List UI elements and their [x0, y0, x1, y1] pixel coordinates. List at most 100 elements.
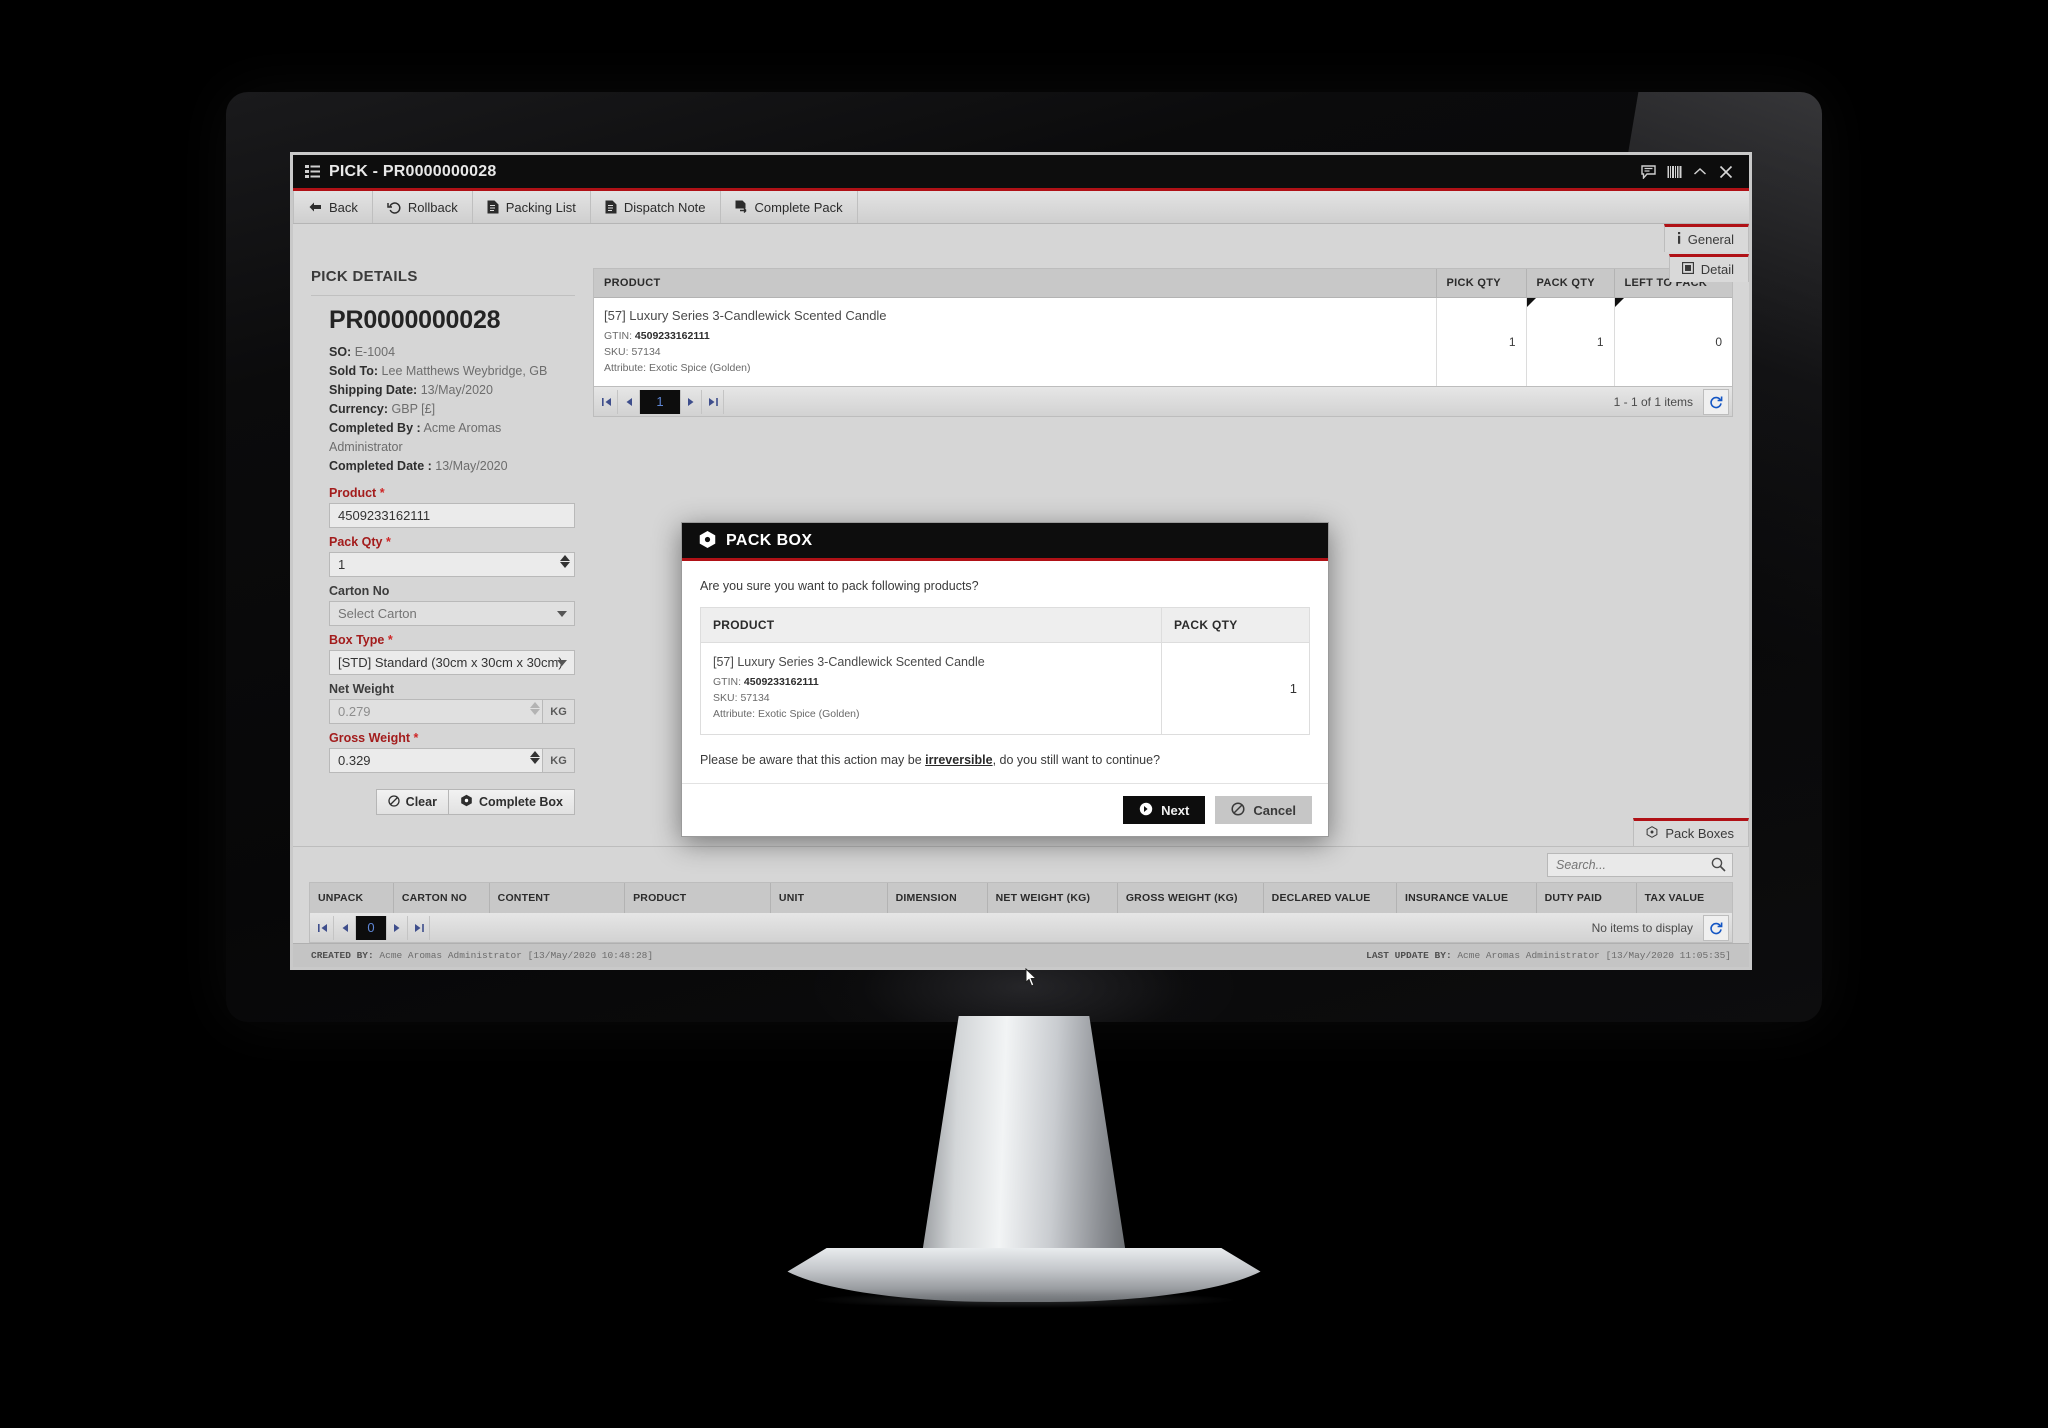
product-input[interactable] [329, 503, 575, 528]
form-button-row: Clear Complete Box [329, 789, 575, 815]
col-declared-value[interactable]: DECLARED VALUE [1263, 883, 1398, 913]
meta-completed-by-label: Completed By : [329, 421, 421, 435]
next-button[interactable]: Next [1123, 796, 1206, 824]
clear-button[interactable]: Clear [375, 789, 449, 815]
tab-pack-boxes-label: Pack Boxes [1665, 826, 1734, 841]
gross-weight-label-text: Gross Weight [329, 731, 411, 745]
meta-shipping-date: Shipping Date: 13/May/2020 [329, 381, 575, 400]
col-unpack[interactable]: UNPACK [310, 883, 394, 913]
dialog-warning-after: , do you still want to continue? [992, 753, 1161, 767]
meta-so: SO: E-1004 [329, 343, 575, 362]
rollback-button[interactable]: Rollback [373, 191, 473, 223]
meta-shipping-date-value: 13/May/2020 [420, 383, 493, 397]
refresh-icon[interactable] [1703, 914, 1729, 941]
pack-qty-stepper[interactable] [560, 555, 570, 568]
current-page-number[interactable]: 0 [356, 915, 386, 940]
previous-page-button[interactable] [334, 915, 356, 940]
previous-page-button[interactable] [618, 389, 640, 414]
product-gtin: GTIN: 4509233162111 [604, 328, 1426, 344]
net-weight-input[interactable] [329, 699, 543, 724]
status-created-label: CREATED BY: [311, 950, 374, 961]
col-dimension[interactable]: DIMENSION [887, 883, 988, 913]
dialog-product-sku: SKU: 57134 [713, 690, 1149, 706]
pack-boxes-pager-info: No items to display [1591, 920, 1693, 935]
cell-product: [57] Luxury Series 3-Candlewick Scented … [594, 297, 1437, 386]
box-type-select[interactable] [329, 650, 575, 675]
carton-no-field-label: Carton No [329, 584, 390, 598]
col-content[interactable]: CONTENT [489, 883, 626, 913]
meta-so-value: E-1004 [354, 345, 396, 359]
col-carton-no[interactable]: CARTON NO [393, 883, 490, 913]
clear-button-label: Clear [405, 795, 437, 809]
status-updated-label: LAST UPDATE BY: [1366, 950, 1452, 961]
next-page-button[interactable] [386, 915, 408, 940]
first-page-button[interactable] [312, 915, 334, 940]
gross-weight-stepper[interactable] [530, 751, 540, 764]
col-unit[interactable]: UNIT [770, 883, 888, 913]
gross-weight-field-wrap: KG [329, 748, 575, 773]
undo-icon [387, 201, 401, 214]
gross-weight-input[interactable] [329, 748, 543, 773]
box-icon [698, 530, 717, 552]
cell-pack-qty: 1 [1526, 297, 1615, 386]
pack-qty-label-text: Pack Qty [329, 535, 383, 549]
pack-boxes-grid: UNPACK CARTON NO CONTENT PRODUCT UNIT DI… [309, 882, 1733, 913]
attribute-label: Attribute: [713, 708, 756, 720]
pack-qty-field-wrap [329, 552, 575, 577]
table-row[interactable]: [57] Luxury Series 3-Candlewick Scented … [594, 297, 1732, 386]
search-icon[interactable] [1711, 857, 1726, 875]
collapse-icon[interactable] [1687, 160, 1713, 184]
refresh-icon[interactable] [1703, 388, 1729, 415]
col-gross-weight[interactable]: GROSS WEIGHT (KG) [1117, 883, 1264, 913]
required-asterisk: * [376, 486, 385, 500]
col-pack-qty[interactable]: PACK QTY [1526, 269, 1615, 298]
barcode-icon[interactable] [1661, 160, 1687, 184]
box-icon [1646, 826, 1658, 841]
pack-boxes-table: UNPACK CARTON NO CONTENT PRODUCT UNIT DI… [310, 883, 1732, 913]
packing-list-button[interactable]: Packing List [473, 191, 591, 223]
packing-list-button-label: Packing List [505, 199, 576, 215]
tab-detail[interactable]: Detail [1668, 254, 1749, 282]
carton-no-field-wrap [329, 601, 575, 626]
tab-general[interactable]: General [1663, 224, 1749, 252]
window-body: General Detail PICK DETAILS PR0000000028 [293, 224, 1749, 943]
product-grid: PRODUCT PICK QTY PACK QTY LEFT TO PACK [… [593, 268, 1733, 387]
col-duty-paid[interactable]: DUTY PAID [1536, 883, 1637, 913]
detail-grid-icon [1681, 261, 1694, 277]
tab-pack-boxes[interactable]: Pack Boxes [1633, 818, 1749, 846]
dialog-col-pack-qty: PACK QTY [1161, 607, 1310, 643]
col-product[interactable]: PRODUCT [594, 269, 1437, 298]
cancel-button[interactable]: Cancel [1215, 796, 1312, 824]
carton-no-select[interactable] [329, 601, 575, 626]
notes-icon[interactable] [1635, 160, 1661, 184]
dispatch-note-button[interactable]: Dispatch Note [591, 191, 721, 223]
editable-corner-marker [1614, 298, 1624, 307]
product-field-label: Product * [329, 486, 575, 500]
pack-boxes-search-row [293, 846, 1749, 882]
col-pick-qty[interactable]: PICK QTY [1436, 269, 1527, 298]
col-tax-value[interactable]: TAX VALUE [1636, 883, 1732, 913]
col-net-weight[interactable]: NET WEIGHT (KG) [987, 883, 1118, 913]
current-page-number[interactable]: 1 [640, 389, 680, 414]
complete-pack-button[interactable]: Complete Pack [721, 191, 858, 223]
last-page-button[interactable] [408, 915, 430, 940]
col-insurance-value[interactable]: INSURANCE VALUE [1396, 883, 1537, 913]
first-page-button[interactable] [596, 389, 618, 414]
last-page-button[interactable] [702, 389, 724, 414]
net-weight-stepper[interactable] [530, 702, 540, 715]
next-page-button[interactable] [680, 389, 702, 414]
sku-label: SKU: [713, 692, 738, 704]
dialog-product-attribute: Attribute: Exotic Spice (Golden) [713, 706, 1149, 722]
pack-qty-input[interactable] [329, 552, 575, 577]
meta-completed-date-label: Completed Date : [329, 459, 432, 473]
dialog-product-gtin: GTIN: 4509233162111 [713, 674, 1149, 690]
product-grid-pager: 1 1 - 1 of 1 items [593, 387, 1733, 417]
dialog-warning-emphasis: irreversible [925, 753, 993, 767]
complete-box-button[interactable]: Complete Box [448, 789, 575, 815]
col-product[interactable]: PRODUCT [624, 883, 771, 913]
window-title: PICK - PR0000000028 [329, 162, 497, 180]
meta-currency: Currency: GBP [£] [329, 400, 575, 419]
back-button[interactable]: Back [293, 191, 373, 223]
close-icon[interactable] [1713, 160, 1739, 184]
product-attribute: Attribute: Exotic Spice (Golden) [604, 360, 1426, 376]
